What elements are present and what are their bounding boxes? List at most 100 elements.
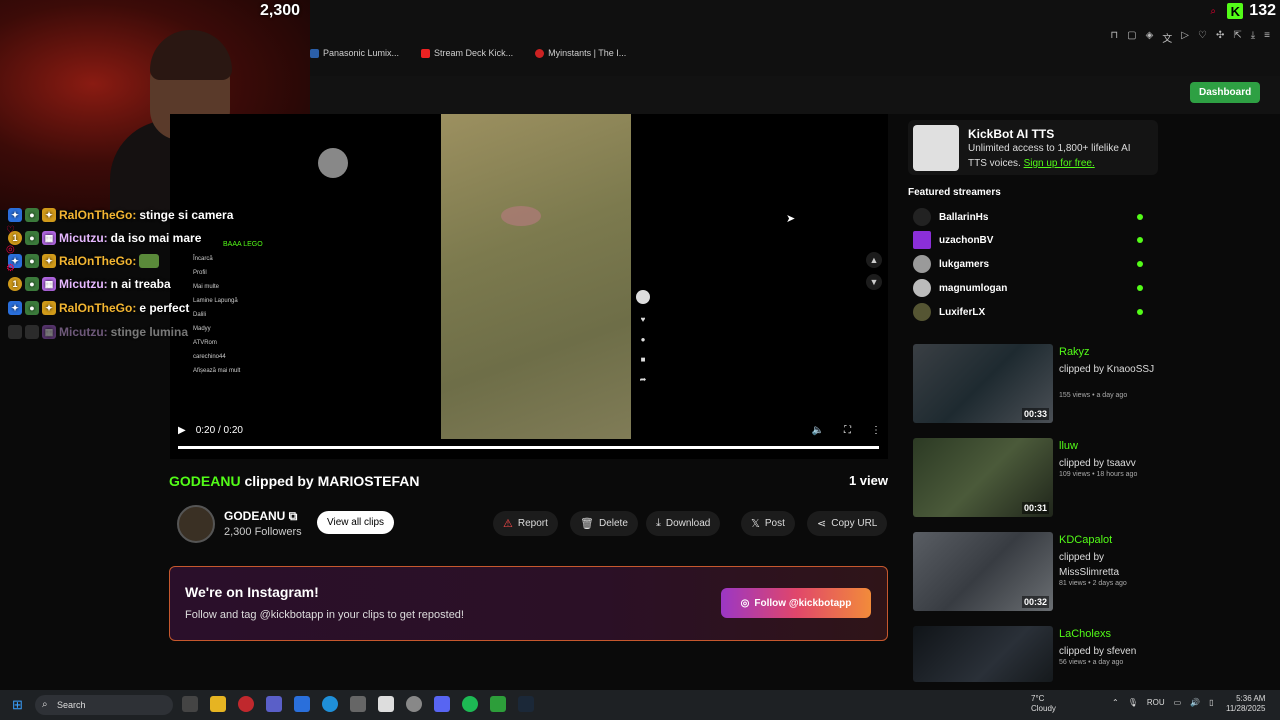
chevron-up-icon[interactable]: ▲ (866, 252, 882, 268)
featured-streamer[interactable]: magnumlogan (913, 279, 1143, 297)
avatar (913, 255, 931, 273)
heart-icon[interactable]: ♡ (1198, 30, 1207, 45)
bookmark-panasonic[interactable]: Panasonic Lumix... (310, 48, 399, 58)
share-icon[interactable]: ⇱ (1233, 30, 1241, 45)
related-clip-thumbnail[interactable]: 00:31 (913, 438, 1053, 517)
download-icon[interactable]: ⤓ (1251, 30, 1255, 45)
badge-icon: 1 (8, 277, 22, 291)
pin-icon[interactable]: ⊓ (1110, 30, 1118, 45)
related-clip-thumbnail[interactable]: 00:32 (913, 532, 1053, 611)
featured-streamer[interactable]: LuxiferLX (913, 303, 1143, 321)
report-button[interactable]: ⚠ Report (493, 511, 558, 536)
taskbar-clock[interactable]: 5:36 AM 11/28/2025 (1226, 694, 1265, 714)
window-icon[interactable]: ▢ (1127, 30, 1136, 45)
play-icon[interactable]: ▷ (1181, 30, 1189, 45)
sticker-avatar (318, 148, 348, 178)
external-link-icon: ⧉ (288, 509, 298, 523)
menu-icon[interactable]: ≡ (1264, 30, 1270, 45)
avatar[interactable] (177, 505, 215, 543)
bookmark-myinstants[interactable]: Myinstants | The I... (535, 48, 626, 58)
network-icon[interactable]: ▭ (1174, 698, 1182, 707)
microphone-icon[interactable]: 🎙 (1128, 698, 1138, 707)
translate-icon[interactable]: 文 (1162, 30, 1172, 45)
clip-views: 1 view (848, 473, 888, 488)
volume-icon[interactable]: 🔈 (812, 425, 824, 436)
post-button[interactable]: 𝕏 Post (741, 511, 795, 536)
clip-title: GODEANU clipped by MARIOSTEFAN (169, 473, 419, 489)
gift-icon: ▦ (42, 325, 56, 339)
copy-url-button[interactable]: ⋖ Copy URL (807, 511, 888, 536)
related-clip-thumbnail[interactable] (913, 626, 1053, 682)
xbox-icon[interactable] (490, 696, 506, 712)
more-options-icon[interactable]: ⋮ (871, 425, 881, 436)
related-clip-thumbnail[interactable]: 00:33 (913, 344, 1053, 423)
related-clip-streamer[interactable]: Rakyz (1059, 346, 1090, 358)
view-all-clips-button[interactable]: View all clips (317, 511, 395, 534)
like-icon: ♥ (640, 315, 646, 324)
taskbar-apps (182, 696, 534, 712)
avatar (913, 208, 931, 226)
related-clip-streamer[interactable]: KDCapalot (1059, 534, 1112, 546)
settings-icon: ⚙ (6, 263, 15, 274)
outlook-icon[interactable] (294, 696, 310, 712)
fullscreen-icon[interactable]: ⛶ (844, 425, 851, 436)
search-label: Search (57, 700, 86, 710)
file-explorer-icon[interactable] (210, 696, 226, 712)
discord-icon[interactable] (434, 696, 450, 712)
animal-figure (501, 206, 541, 226)
play-icon[interactable]: ▶ (178, 425, 186, 436)
weather-widget[interactable]: 7°C Cloudy (1013, 694, 1056, 714)
follow-instagram-button[interactable]: ◎ Follow @kickbotapp (721, 588, 871, 618)
badge-icon: ● (25, 208, 39, 222)
opera-gx-icon[interactable] (238, 696, 254, 712)
taskbar-search[interactable]: ⌕ Search (35, 695, 173, 715)
store-icon[interactable] (378, 696, 394, 712)
delete-button[interactable]: 🗑 Delete (570, 511, 638, 536)
sign-up-link[interactable]: Sign up for free. (1024, 158, 1095, 169)
language-indicator[interactable]: ROU (1147, 698, 1165, 707)
bookmark-streamdeck[interactable]: Stream Deck Kick... (421, 48, 513, 58)
app-icon[interactable] (406, 696, 422, 712)
chat-text: n ai treaba (110, 277, 171, 291)
channel-followers: 2,300 Followers (224, 526, 302, 538)
puzzle-icon[interactable]: ✣ (1216, 30, 1224, 45)
related-clip-streamer[interactable]: lluw (1059, 440, 1078, 452)
myinstants-icon (535, 48, 545, 58)
channel-name[interactable]: GODEANU ⧉ (224, 509, 297, 524)
progress-bar[interactable] (178, 446, 879, 449)
temperature: 7°C (1031, 694, 1045, 703)
settings-icon[interactable] (350, 696, 366, 712)
clock-time: 5:36 AM (1236, 694, 1266, 703)
clip-streamer-link[interactable]: GODEANU (169, 473, 241, 489)
search-icon[interactable]: ⌕ (1210, 6, 1216, 17)
spotify-icon[interactable] (462, 696, 478, 712)
dashboard-button[interactable]: Dashboard (1190, 82, 1261, 103)
featured-streamer[interactable]: lukgamers (913, 255, 1143, 273)
download-button[interactable]: ⤓ Download (646, 511, 721, 536)
player-time: 0:20 / 0:20 (195, 425, 243, 436)
chevron-down-icon[interactable]: ▼ (866, 274, 882, 290)
chat-user: Micutzu: (59, 277, 108, 291)
related-clip-meta: 155 views • a day ago (1059, 392, 1128, 399)
battery-icon[interactable]: ▯ (1209, 698, 1213, 707)
streamer-hair (150, 30, 232, 80)
featured-streamer[interactable]: uzachonBV (913, 231, 1143, 249)
volume-icon[interactable]: 🔊 (1190, 698, 1200, 707)
badge-icon: ✦ (42, 208, 56, 222)
featured-streamer[interactable]: BallarinHs (913, 208, 1143, 226)
chat-user: RalOnTheGo: (59, 254, 137, 268)
steam-icon[interactable] (518, 696, 534, 712)
related-clip-streamer[interactable]: LaCholexs (1059, 628, 1111, 640)
clip-navigation: ▲ ▼ (866, 252, 882, 290)
chevron-up-icon[interactable]: ⌃ (1112, 698, 1119, 707)
streamer-name: LuxiferLX (939, 306, 986, 318)
task-view-icon[interactable] (182, 696, 198, 712)
instagram-subtitle: Follow and tag @kickbotapp in your clips… (185, 609, 464, 621)
windows-start-icon[interactable]: ⊞ (12, 697, 23, 713)
shield-icon[interactable]: ◈ (1146, 30, 1154, 45)
streamer-name: uzachonBV (939, 234, 994, 246)
teams-icon[interactable] (266, 696, 282, 712)
streamer-name: BallarinHs (939, 211, 989, 223)
edge-icon[interactable] (322, 696, 338, 712)
kick-viewer-count: K 132 (1227, 2, 1276, 20)
